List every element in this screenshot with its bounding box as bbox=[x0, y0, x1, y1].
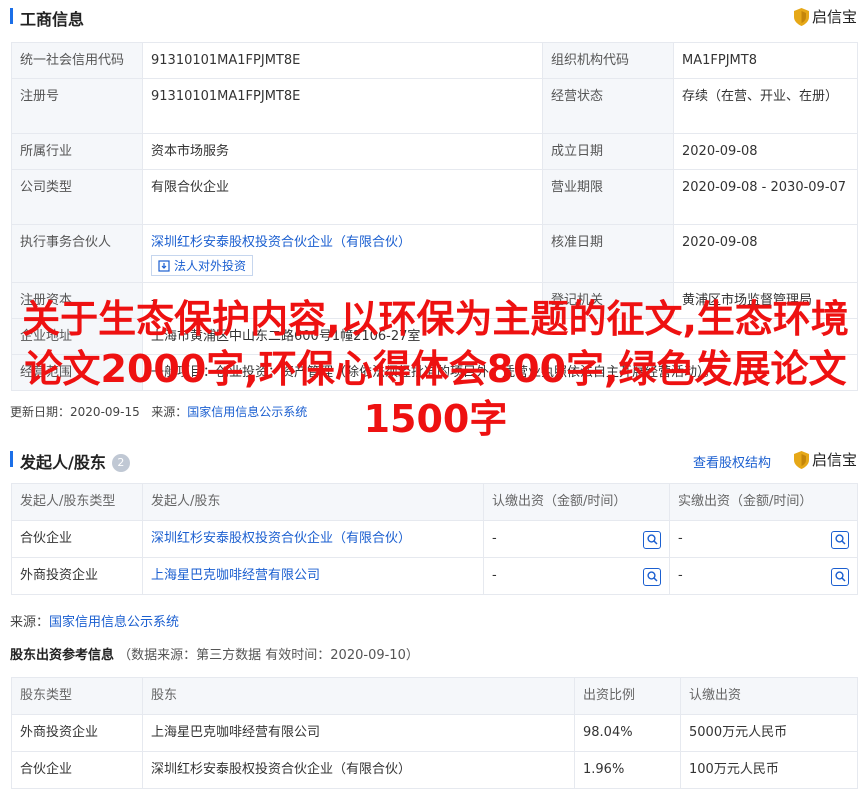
column-header: 认缴出资 bbox=[680, 677, 858, 715]
shareholder-cell: 深圳红杉安泰股权投资合伙企业（有限合伙） bbox=[142, 751, 575, 789]
field-value: 资本市场服务 bbox=[142, 133, 543, 170]
shareholder-cell: 上海星巴克咖啡经营有限公司 bbox=[142, 714, 575, 752]
partner-link[interactable]: 深圳红杉安泰股权投资合伙企业（有限合伙） bbox=[151, 234, 534, 252]
subscribed-value: - bbox=[492, 567, 497, 583]
field-label: 核准日期 bbox=[542, 224, 674, 283]
field-label: 经营状态 bbox=[542, 78, 674, 134]
section-title-text: 发起人/股东 bbox=[20, 453, 106, 472]
section-accent-bar bbox=[10, 8, 13, 24]
shareholders-source-line: 来源：国家信用信息公示系统 bbox=[10, 611, 179, 630]
table-row: 执行事务合伙人 深圳红杉安泰股权投资合伙企业（有限合伙） 法人对外投资 核准日期… bbox=[11, 224, 858, 283]
table-header-row: 发起人/股东类型 发起人/股东 认缴出资（金额/时间） 实缴出资（金额/时间） bbox=[11, 483, 858, 521]
search-button[interactable] bbox=[831, 530, 849, 549]
shield-icon bbox=[793, 450, 809, 469]
field-label: 注册号 bbox=[11, 78, 143, 134]
table-row: 外商投资企业 上海星巴克咖啡经营有限公司 98.04% 5000万元人民币 bbox=[11, 714, 858, 752]
source-link[interactable]: 国家信用信息公示系统 bbox=[49, 615, 179, 630]
field-value: 存续（在营、开业、在册） bbox=[673, 78, 858, 134]
column-header: 发起人/股东 bbox=[142, 483, 484, 521]
field-label: 营业期限 bbox=[542, 169, 674, 225]
section-accent-bar bbox=[10, 451, 13, 467]
search-button[interactable] bbox=[831, 567, 849, 586]
brand-logo[interactable]: 启信宝 bbox=[793, 6, 857, 27]
count-badge: 2 bbox=[111, 454, 130, 472]
table-row: 公司类型 有限合伙企业 营业期限 2020-09-08 - 2030-09-07 bbox=[11, 169, 858, 225]
table-header-row: 股东类型 股东 出资比例 认缴出资 bbox=[11, 677, 858, 715]
field-label: 执行事务合伙人 bbox=[11, 224, 143, 283]
paid-cell: - bbox=[669, 520, 858, 558]
field-label: 统一社会信用代码 bbox=[11, 42, 143, 79]
brand-name: 启信宝 bbox=[811, 451, 857, 469]
source-label: 来源： bbox=[10, 615, 50, 630]
type-cell: 外商投资企业 bbox=[11, 557, 143, 595]
amount-cell: 100万元人民币 bbox=[680, 751, 858, 789]
table-row: 所属行业 资本市场服务 成立日期 2020-09-08 bbox=[11, 133, 858, 170]
reference-meta: （数据来源：第三方数据 有效时间：2020-09-10） bbox=[118, 648, 419, 663]
field-label: 组织机构代码 bbox=[542, 42, 674, 79]
field-label: 成立日期 bbox=[542, 133, 674, 170]
type-cell: 合伙企业 bbox=[11, 520, 143, 558]
field-value: 深圳红杉安泰股权投资合伙企业（有限合伙） 法人对外投资 bbox=[142, 224, 543, 283]
field-value: 2020-09-08 bbox=[673, 224, 858, 283]
export-icon bbox=[158, 259, 170, 272]
shareholder-link[interactable]: 深圳红杉安泰股权投资合伙企业（有限合伙） bbox=[142, 520, 484, 558]
type-cell: 外商投资企业 bbox=[11, 714, 143, 752]
field-value: 2020-09-08 bbox=[673, 133, 858, 170]
column-header: 出资比例 bbox=[574, 677, 681, 715]
overlay-headline: 关于生态保护内容,以环保为主题的征文,生态环境论文2000字,环保心得体会800… bbox=[22, 297, 849, 441]
field-value: 有限合伙企业 bbox=[142, 169, 543, 225]
amount-cell: 5000万元人民币 bbox=[680, 714, 858, 752]
subscribed-value: - bbox=[492, 530, 497, 546]
search-icon bbox=[834, 571, 846, 582]
field-value: 2020-09-08 - 2030-09-07 bbox=[673, 169, 858, 225]
equity-structure-link[interactable]: 查看股权结构 bbox=[693, 452, 771, 471]
shareholders-table: 发起人/股东类型 发起人/股东 认缴出资（金额/时间） 实缴出资（金额/时间） … bbox=[11, 483, 858, 595]
table-row: 合伙企业 深圳红杉安泰股权投资合伙企业（有限合伙） 1.96% 100万元人民币 bbox=[11, 751, 858, 789]
reference-table: 股东类型 股东 出资比例 认缴出资 外商投资企业 上海星巴克咖啡经营有限公司 9… bbox=[11, 677, 858, 789]
legal-invest-button[interactable]: 法人对外投资 bbox=[151, 255, 254, 276]
ratio-cell: 98.04% bbox=[574, 714, 681, 752]
search-icon bbox=[646, 571, 658, 582]
field-label: 所属行业 bbox=[11, 133, 143, 170]
section-title: 发起人/股东 2 bbox=[20, 449, 130, 473]
field-value: 91310101MA1FPJMT8E bbox=[142, 78, 543, 134]
table-row: 外商投资企业 上海星巴克咖啡经营有限公司 - - bbox=[11, 557, 858, 595]
field-label: 公司类型 bbox=[11, 169, 143, 225]
shareholder-link[interactable]: 上海星巴克咖啡经营有限公司 bbox=[142, 557, 484, 595]
search-icon bbox=[834, 534, 846, 545]
table-row: 合伙企业 深圳红杉安泰股权投资合伙企业（有限合伙） - - bbox=[11, 520, 858, 558]
field-value: 91310101MA1FPJMT8E bbox=[142, 42, 543, 79]
brand-name: 启信宝 bbox=[811, 8, 857, 26]
shareholders-header: 发起人/股东 2 查看股权结构 启信宝 bbox=[10, 445, 857, 473]
search-button[interactable] bbox=[643, 530, 661, 549]
paid-value: - bbox=[678, 530, 683, 546]
column-header: 股东 bbox=[142, 677, 575, 715]
column-header: 股东类型 bbox=[11, 677, 143, 715]
paid-value: - bbox=[678, 567, 683, 583]
search-button[interactable] bbox=[643, 567, 661, 586]
subscribed-cell: - bbox=[483, 557, 670, 595]
type-cell: 合伙企业 bbox=[11, 751, 143, 789]
table-row: 统一社会信用代码 91310101MA1FPJMT8E 组织机构代码 MA1FP… bbox=[11, 42, 858, 79]
section-title: 工商信息 bbox=[20, 10, 85, 29]
reference-header: 股东出资参考信息 （数据来源：第三方数据 有效时间：2020-09-10） bbox=[10, 644, 419, 663]
column-header: 实缴出资（金额/时间） bbox=[669, 483, 858, 521]
paid-cell: - bbox=[669, 557, 858, 595]
legal-invest-label: 法人对外投资 bbox=[174, 258, 247, 273]
field-value: MA1FPJMT8 bbox=[673, 42, 858, 79]
ratio-cell: 1.96% bbox=[574, 751, 681, 789]
business-info-header: 工商信息 启信宝 bbox=[10, 2, 857, 30]
shield-icon bbox=[793, 7, 809, 26]
table-row: 注册号 91310101MA1FPJMT8E 经营状态 存续（在营、开业、在册） bbox=[11, 78, 858, 134]
column-header: 发起人/股东类型 bbox=[11, 483, 143, 521]
search-icon bbox=[646, 534, 658, 545]
brand-logo[interactable]: 启信宝 bbox=[793, 449, 857, 470]
reference-title: 股东出资参考信息 bbox=[10, 648, 115, 663]
column-header: 认缴出资（金额/时间） bbox=[483, 483, 670, 521]
subscribed-cell: - bbox=[483, 520, 670, 558]
